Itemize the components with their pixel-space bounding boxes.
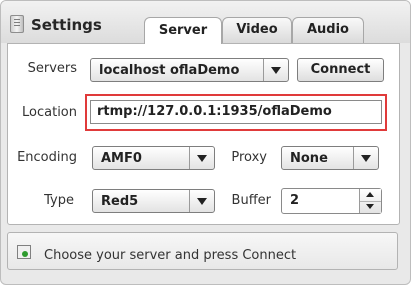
buffer-label: Buffer <box>231 193 271 208</box>
encoding-dropdown-value: AMF0 <box>101 151 142 166</box>
encoding-label: Encoding <box>17 150 77 165</box>
connect-button[interactable]: Connect <box>297 58 384 82</box>
proxy-dropdown-value: None <box>290 151 328 166</box>
panel-title: Settings <box>31 16 102 34</box>
status-bar: Choose your server and press Connect <box>7 232 398 270</box>
chevron-down-icon[interactable] <box>189 190 214 212</box>
servers-label: Servers <box>27 61 77 76</box>
drag-handle-icon[interactable] <box>10 15 24 33</box>
type-dropdown[interactable]: Red5 <box>92 189 215 213</box>
proxy-label: Proxy <box>231 150 267 165</box>
settings-panel: Settings Server Video Audio Servers loca… <box>0 0 411 285</box>
status-light-icon <box>17 245 31 259</box>
servers-dropdown-value: localhost oflaDemo <box>99 63 240 78</box>
buffer-stepper-buttons <box>359 189 381 213</box>
tab-audio[interactable]: Audio <box>292 17 364 43</box>
encoding-dropdown[interactable]: AMF0 <box>92 146 215 170</box>
chevron-down-icon[interactable] <box>353 147 378 169</box>
location-label: Location <box>22 105 77 120</box>
location-input[interactable]: rtmp://127.0.0.1:1935/oflaDemo <box>90 100 382 124</box>
buffer-value[interactable]: 2 <box>290 193 299 208</box>
tab-server[interactable]: Server <box>144 17 222 44</box>
proxy-dropdown[interactable]: None <box>281 146 379 170</box>
chevron-down-icon[interactable] <box>189 147 214 169</box>
stepper-down-icon[interactable] <box>360 201 381 213</box>
chevron-down-icon[interactable] <box>263 59 288 81</box>
status-text: Choose your server and press Connect <box>44 248 297 263</box>
type-label: Type <box>44 193 74 208</box>
servers-dropdown[interactable]: localhost oflaDemo <box>90 58 289 82</box>
panel-header: Settings Server Video Audio <box>1 1 410 44</box>
type-dropdown-value: Red5 <box>101 194 139 209</box>
buffer-stepper[interactable]: 2 <box>281 188 382 214</box>
tab-video[interactable]: Video <box>222 17 292 43</box>
